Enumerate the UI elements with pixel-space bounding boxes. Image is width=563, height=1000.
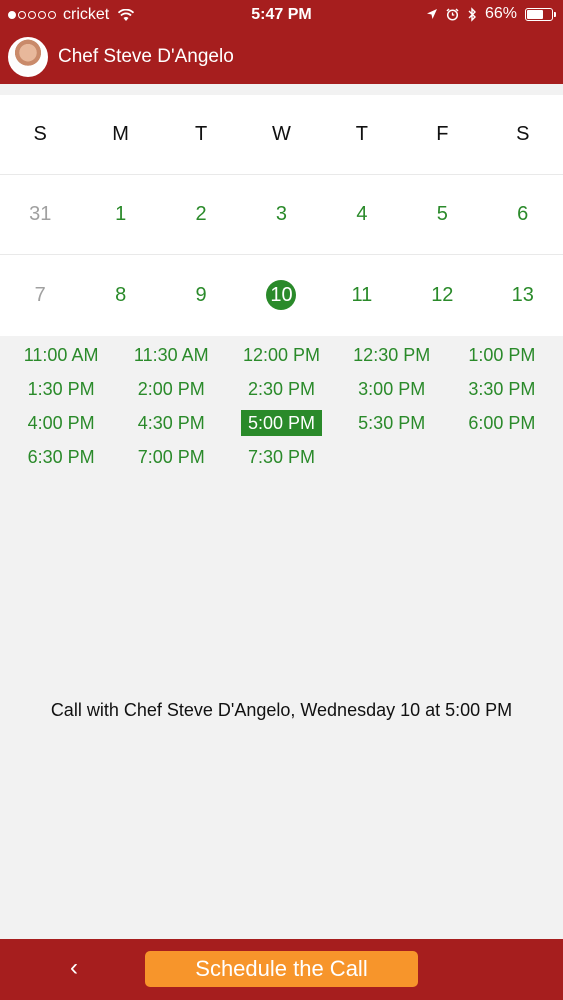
time-slot-label: 7:30 PM: [247, 447, 316, 467]
time-slot-label: 2:30 PM: [247, 379, 316, 399]
calendar-week-row: 31 1 2 3 4 5 6: [0, 175, 563, 255]
time-slot-grid: 11:00 AM 11:30 AM 12:00 PM 12:30 PM 1:00 PM 1…: [6, 342, 557, 470]
weekday-label: F: [436, 123, 449, 145]
time-slot-label: 12:00 PM: [242, 345, 321, 365]
time-slot[interactable]: 7:30 PM: [226, 444, 336, 470]
time-slot-label: 7:00 PM: [137, 447, 205, 467]
day-number: 5: [436, 203, 448, 225]
time-slot-label: 3:30 PM: [468, 379, 536, 399]
time-slot-label: 5:00 PM: [240, 410, 323, 436]
battery-percent: 66%: [484, 5, 517, 22]
day-number: 9: [195, 283, 207, 306]
calendar-day[interactable]: 13: [483, 255, 563, 335]
back-chevron-icon[interactable]: ‹: [62, 953, 86, 983]
time-slot[interactable]: 12:30 PM: [337, 342, 447, 368]
time-slot-label: 12:30 PM: [353, 345, 431, 365]
time-slot-label: 6:00 PM: [468, 413, 536, 433]
call-summary: Call with Chef Steve D'Angelo, Wednesday…: [50, 700, 513, 720]
time-slot[interactable]: 6:00 PM: [447, 410, 557, 436]
bluetooth-icon: [468, 6, 476, 22]
weekday-label: S: [33, 123, 47, 145]
time-slot[interactable]: 11:00 AM: [6, 342, 116, 368]
day-number: 10: [266, 280, 297, 310]
week-calendar: SMTWTFS 31 1 2 3 4 5 6 7 8 9 10 11 12 13: [0, 95, 563, 336]
chef-name-title: Chef Steve D'Angelo: [58, 46, 234, 67]
day-number: 8: [115, 283, 127, 306]
day-number: 3: [275, 203, 288, 225]
calendar-week-row: 7 8 9 10 11 12 13: [0, 255, 563, 335]
day-number: 7: [34, 283, 46, 306]
time-slot-label: 4:00 PM: [27, 413, 95, 433]
calendar-day[interactable]: 11: [322, 255, 402, 335]
alarm-icon: [446, 7, 459, 21]
app-header: Chef Steve D'Angelo: [0, 30, 563, 84]
time-slot-label: 1:00 PM: [468, 345, 536, 365]
weekday-label: W: [272, 123, 291, 145]
calendar-day[interactable]: 2: [161, 175, 241, 254]
battery-icon: [525, 7, 556, 21]
time-slot[interactable]: 11:30 AM: [116, 342, 226, 368]
day-number: 31: [29, 203, 52, 225]
day-number: 12: [431, 283, 454, 306]
schedule-call-button[interactable]: Schedule the Call: [145, 951, 418, 987]
time-slot-selected[interactable]: 5:00 PM: [226, 410, 336, 436]
calendar-day[interactable]: 6: [483, 175, 563, 254]
calendar-day[interactable]: 3: [241, 175, 321, 254]
time-slot[interactable]: 3:00 PM: [337, 376, 447, 402]
calendar-day[interactable]: 4: [322, 175, 402, 254]
time-slot[interactable]: 2:30 PM: [226, 376, 336, 402]
time-slot-label: 4:30 PM: [137, 413, 205, 433]
day-number: 2: [195, 203, 207, 225]
time-slot[interactable]: 2:00 PM: [116, 376, 226, 402]
day-number: 13: [511, 283, 534, 306]
weekday-label: T: [194, 123, 208, 145]
day-number: 11: [351, 283, 373, 306]
day-number: 4: [356, 203, 368, 225]
time-slot-label: 6:30 PM: [27, 447, 95, 467]
time-slot[interactable]: 3:30 PM: [447, 376, 557, 402]
day-number: 6: [517, 203, 529, 225]
calendar-day[interactable]: 5: [402, 175, 482, 254]
time-slot[interactable]: 5:30 PM: [337, 410, 447, 436]
time-slot[interactable]: 1:30 PM: [6, 376, 116, 402]
status-right: 66%: [426, 5, 556, 23]
time-slot[interactable]: 4:00 PM: [6, 410, 116, 436]
calendar-day[interactable]: 9: [161, 255, 241, 335]
weekday-label: T: [355, 123, 368, 145]
calendar-day[interactable]: 1: [80, 175, 160, 254]
calendar-day-selected[interactable]: 10: [241, 255, 321, 335]
calendar-day: 31: [0, 175, 80, 254]
time-slot[interactable]: 1:00 PM: [447, 342, 557, 368]
time-slot-label: 3:00 PM: [358, 379, 426, 399]
calendar-day: 7: [0, 255, 80, 335]
time-slot[interactable]: 6:30 PM: [6, 444, 116, 470]
status-bar: cricket 5:47 PM 66%: [0, 0, 563, 30]
weekday-label: S: [516, 123, 530, 145]
time-slot[interactable]: 7:00 PM: [116, 444, 226, 470]
weekday-header-row: SMTWTFS: [0, 95, 563, 175]
time-slot[interactable]: 4:30 PM: [116, 410, 226, 436]
chef-avatar: [8, 37, 48, 77]
time-slot-label: 11:00 AM: [23, 345, 99, 365]
weekday-label: M: [112, 123, 129, 145]
time-slot-label: 2:00 PM: [137, 379, 205, 399]
time-slot-label: 1:30 PM: [27, 379, 95, 399]
calendar-day[interactable]: 8: [80, 255, 160, 335]
day-number: 1: [115, 203, 127, 225]
time-slot-label: 11:30 AM: [133, 345, 209, 365]
location-arrow-icon: [426, 9, 437, 19]
bottom-bar: ‹ Schedule the Call: [0, 939, 563, 1000]
battery-level-fill: [527, 9, 543, 19]
time-slot[interactable]: 12:00 PM: [226, 342, 336, 368]
time-slot-label: 5:30 PM: [358, 413, 426, 433]
calendar-day[interactable]: 12: [402, 255, 482, 335]
